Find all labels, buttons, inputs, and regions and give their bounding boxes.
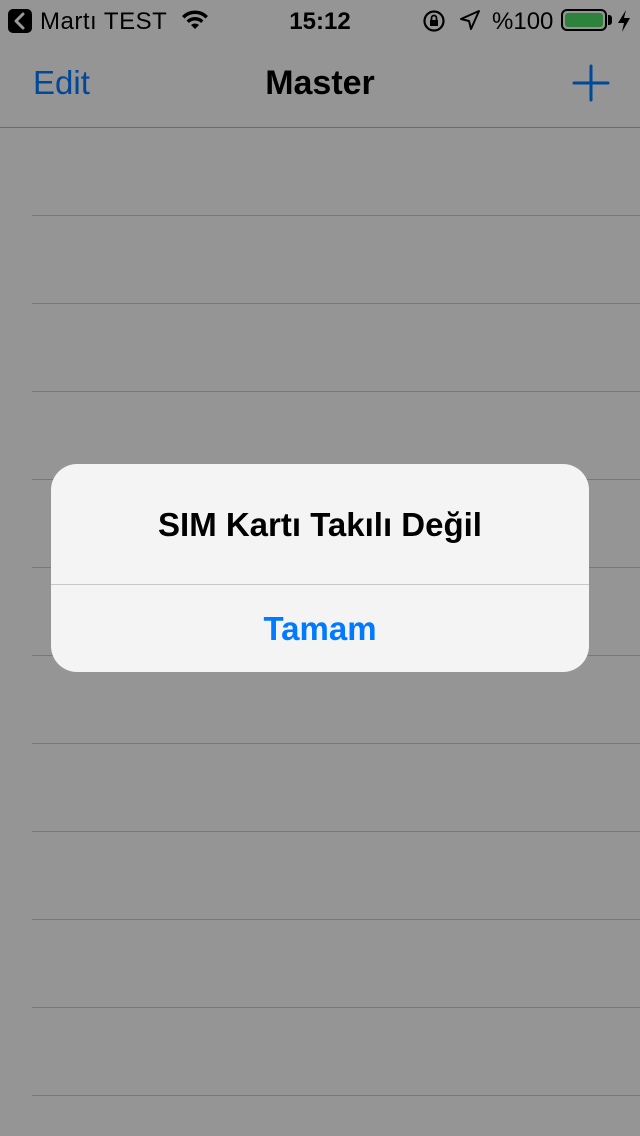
ok-button[interactable]: Tamam bbox=[51, 585, 589, 672]
screen: Martı TEST 15:12 %100 Edit Master SIM Ka… bbox=[0, 0, 640, 1136]
alert-dialog: SIM Kartı Takılı Değil Tamam bbox=[51, 464, 589, 672]
alert-title: SIM Kartı Takılı Değil bbox=[158, 506, 482, 543]
